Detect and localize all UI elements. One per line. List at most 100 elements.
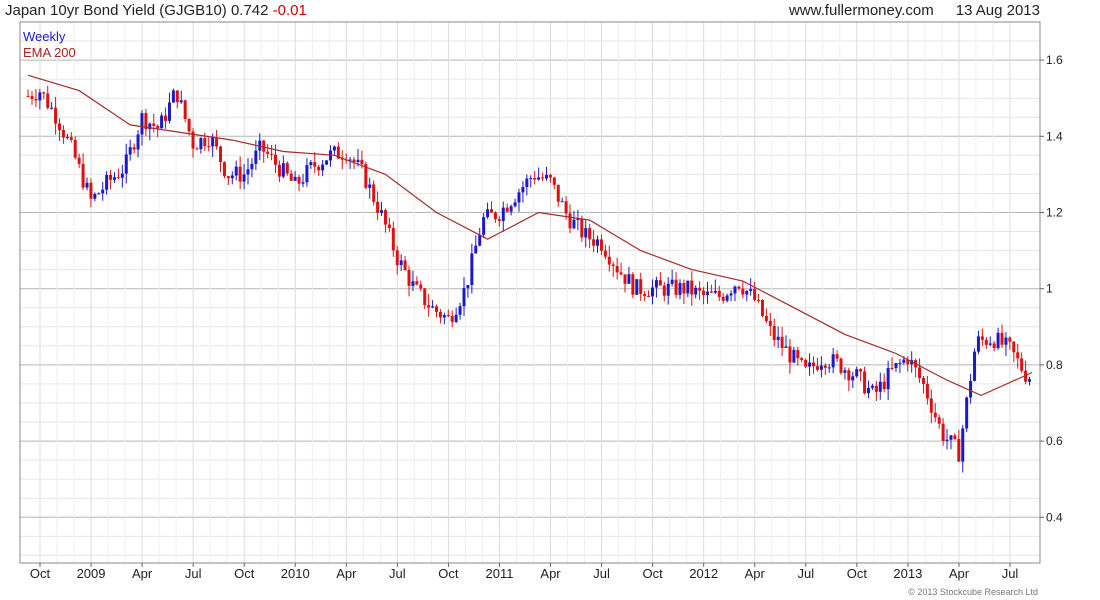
candle-body	[376, 201, 380, 213]
yield-chart: 0.4 0.6 0.8 1 1.2 1.4 1.6 Oct 2009 Apr Jul Oct 2010 A…	[19, 21, 1063, 597]
candle-body	[804, 359, 808, 367]
candle-body	[230, 175, 234, 179]
candle-body	[698, 287, 702, 291]
candle-body	[827, 367, 831, 369]
candle-body	[38, 92, 42, 101]
candle-body	[423, 288, 427, 306]
x-tick-label: 2012	[689, 566, 718, 581]
candle-body	[800, 358, 804, 360]
candle-body	[105, 174, 109, 190]
candle-body	[709, 291, 713, 293]
candle-body	[26, 95, 30, 97]
candle-body	[898, 362, 902, 364]
candle-body	[462, 288, 466, 307]
candle-body	[297, 176, 301, 184]
candle-body	[949, 435, 953, 440]
candle-body	[537, 177, 541, 180]
candle-body	[870, 385, 874, 388]
candle-body	[438, 311, 442, 318]
candle-body	[874, 385, 878, 392]
candle-body	[980, 336, 984, 340]
candle-body	[442, 315, 446, 318]
candle-body	[395, 250, 399, 266]
ema-line	[27, 74, 1033, 397]
candle-body	[627, 274, 631, 284]
candle-body	[882, 381, 886, 390]
candle-body	[902, 359, 906, 363]
candle-body	[572, 219, 576, 229]
candle-body	[493, 212, 497, 220]
candle-body	[222, 162, 226, 177]
x-tick-label: Jul	[389, 566, 406, 581]
candle-body	[93, 193, 97, 199]
candle-body	[615, 266, 619, 273]
candle-body	[544, 174, 548, 179]
candle-body	[387, 224, 391, 228]
candle-body	[635, 279, 639, 295]
candle-body	[97, 193, 101, 195]
x-tick-label: Oct	[30, 566, 51, 581]
candle-body	[1008, 337, 1012, 342]
candle-body	[733, 286, 737, 294]
candle-body	[270, 153, 274, 155]
candle-body	[796, 349, 800, 359]
candle-body	[599, 239, 603, 251]
candle-body	[678, 283, 682, 295]
candle-body	[588, 228, 592, 240]
candle-body	[760, 299, 764, 317]
candle-body	[792, 349, 796, 363]
candle-body	[1000, 332, 1004, 345]
candle-body	[847, 370, 851, 381]
candle-body	[941, 423, 945, 442]
x-tick-label: 2013	[893, 566, 922, 581]
x-tick-label: Apr	[949, 566, 970, 581]
legend-ema: EMA 200	[23, 45, 76, 60]
candle-body	[772, 326, 776, 340]
candle-body	[596, 239, 600, 246]
candle-body	[702, 290, 706, 296]
copyright: © 2013 Stockcube Research Ltd	[908, 587, 1038, 597]
candle-body	[988, 343, 992, 345]
candle-body	[250, 163, 254, 170]
candle-body	[921, 378, 925, 384]
candle-body	[812, 362, 816, 367]
candle-body	[73, 139, 77, 158]
candle-body	[694, 287, 698, 295]
x-tick-label: Jul	[797, 566, 814, 581]
candle-body	[651, 287, 655, 297]
candle-body	[289, 173, 293, 181]
candle-body	[521, 187, 525, 193]
candle-body	[890, 368, 894, 370]
candle-body	[116, 177, 120, 179]
candle-body	[996, 332, 1000, 349]
candle-body	[611, 264, 615, 267]
candle-body	[195, 148, 199, 150]
candle-body	[780, 336, 784, 348]
candle-body	[403, 260, 407, 270]
candle-body	[54, 107, 58, 124]
candle-body	[517, 192, 521, 203]
candle-body	[309, 162, 313, 166]
candle-body	[179, 100, 183, 103]
candle-body	[662, 285, 666, 296]
candle-body	[776, 336, 780, 340]
candle-body	[647, 295, 651, 297]
candle-body	[757, 299, 761, 301]
candle-body	[383, 210, 387, 225]
x-tick-label: Oct	[847, 566, 868, 581]
candle-body	[839, 358, 843, 373]
candle-body	[859, 369, 863, 372]
x-tick-label: Jul	[1002, 566, 1019, 581]
y-tick-label: 0.6	[1046, 434, 1063, 448]
candle-body	[431, 306, 435, 308]
candle-body	[925, 383, 929, 399]
candle-body	[957, 438, 961, 462]
candle-body	[607, 256, 611, 265]
candle-body	[965, 397, 969, 429]
candle-layer	[26, 85, 1032, 473]
candle-body	[945, 439, 949, 442]
candle-body	[470, 253, 474, 286]
candle-body	[183, 100, 187, 120]
x-tick-label: Apr	[540, 566, 561, 581]
candle-body	[1004, 337, 1008, 345]
